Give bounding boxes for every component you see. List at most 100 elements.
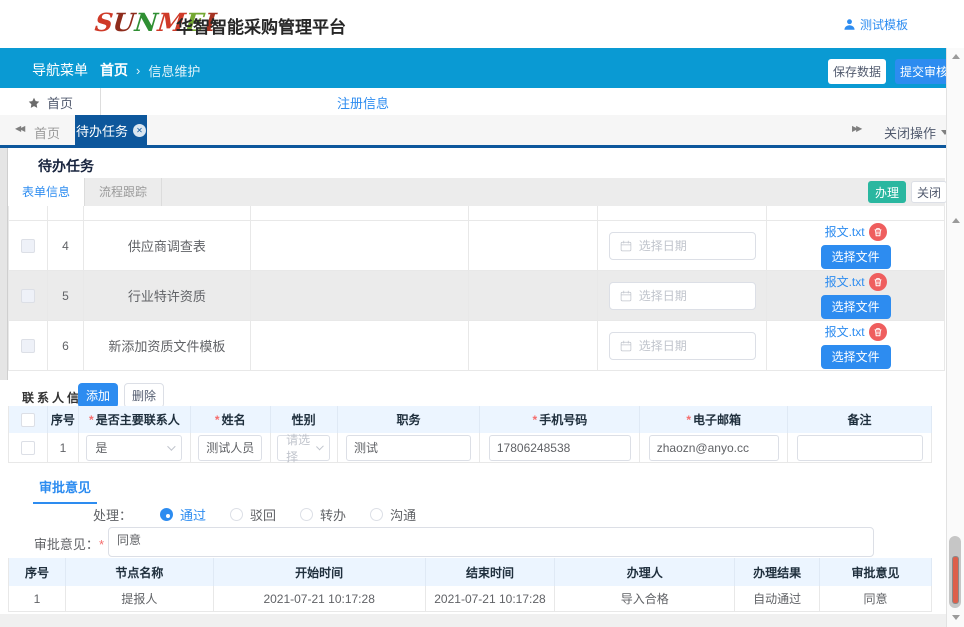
row-checkbox[interactable]	[21, 339, 35, 353]
uploaded-file-link[interactable]: 报文.txt	[825, 273, 865, 290]
col-header: 审批意见	[820, 558, 932, 586]
col-header: 电子邮箱	[693, 411, 741, 428]
handle-radio-group: 处理： 通过 驳回 转办 沟通	[93, 505, 416, 524]
scroll-tabs-left-icon[interactable]: ◀◀	[15, 124, 23, 133]
row-number: 5	[62, 289, 69, 303]
top-navbar: 导航菜单 首页 › 信息维护	[0, 48, 964, 88]
primary-contact-value: 是	[95, 439, 107, 456]
save-data-button[interactable]: 保存数据	[828, 59, 886, 84]
approval-section-title: 审批意见	[33, 477, 97, 504]
handle-button[interactable]: 办理	[868, 181, 906, 203]
radio-reject[interactable]: 驳回	[230, 505, 276, 524]
close-operations-dropdown[interactable]: 关闭操作	[884, 123, 949, 142]
subtab-form-info[interactable]: 表单信息	[8, 178, 85, 206]
contacts-table-row: 1 是 请选择	[8, 433, 932, 463]
subtab-flow-track[interactable]: 流程跟踪	[85, 178, 162, 206]
breadcrumb-home[interactable]: 首页	[100, 60, 128, 80]
tab-close-icon[interactable]: ✕	[133, 124, 146, 137]
page-title: 华智智能采购管理平台	[176, 13, 346, 38]
radio-pass[interactable]: 通过	[160, 505, 206, 524]
row-checkbox[interactable]	[21, 289, 35, 303]
opinion-label: 审批意见：	[34, 537, 99, 552]
table-row-clipped	[9, 206, 945, 221]
cell-result: 自动通过	[735, 586, 820, 611]
handle-label: 处理：	[93, 505, 132, 524]
vertical-scrollbar[interactable]	[946, 48, 964, 627]
col-header: 结束时间	[426, 558, 556, 586]
radio-icon	[370, 508, 383, 521]
delete-file-button[interactable]	[869, 273, 887, 291]
cell-node-name: 提报人	[66, 586, 214, 611]
sidebar-item-home[interactable]: 首页	[28, 93, 73, 112]
scroll-tabs-right-icon[interactable]: ▶▶	[852, 124, 860, 133]
row-number: 6	[62, 339, 69, 353]
logo-letter: N	[133, 8, 159, 37]
select-all-checkbox[interactable]	[21, 413, 35, 427]
history-table-header: 序号 节点名称 开始时间 结束时间 办理人 办理结果 审批意见	[8, 558, 932, 586]
delete-contact-button[interactable]: 删除	[124, 383, 164, 408]
table-row: 5 行业特许资质 选择日期 报文.txt 选择文件	[9, 271, 945, 321]
date-placeholder: 选择日期	[639, 337, 687, 354]
calendar-icon	[620, 240, 632, 252]
uploaded-file-link[interactable]: 报文.txt	[825, 223, 865, 240]
delete-file-button[interactable]	[869, 323, 887, 341]
col-header: 性别	[292, 411, 316, 428]
required-mark: *	[533, 413, 538, 427]
trash-icon	[873, 327, 883, 337]
panel-subtabs: 表单信息 流程跟踪	[8, 178, 945, 206]
tab-todo-label: 待办任务	[76, 121, 128, 140]
user-name: 测试模板	[860, 16, 908, 33]
breadcrumb-separator: ›	[136, 63, 140, 78]
cell-start-time: 2021-07-21 10:17:28	[214, 586, 426, 611]
uploaded-file-link[interactable]: 报文.txt	[825, 323, 865, 340]
email-input[interactable]	[649, 435, 779, 461]
footer-strip	[0, 614, 946, 627]
required-mark: *	[89, 413, 94, 427]
primary-contact-select[interactable]: 是	[86, 435, 182, 461]
required-mark: *	[99, 537, 104, 552]
opinion-textarea[interactable]: 同意	[108, 527, 874, 557]
date-picker-input[interactable]: 选择日期	[609, 282, 756, 310]
row-checkbox[interactable]	[21, 239, 35, 253]
calendar-icon	[620, 340, 632, 352]
scrollbar-inner-thumb[interactable]	[952, 556, 959, 604]
choose-file-button[interactable]: 选择文件	[821, 295, 891, 319]
date-placeholder: 选择日期	[639, 287, 687, 304]
required-mark: *	[686, 413, 691, 427]
tab-home[interactable]: 首页	[34, 123, 60, 142]
subheader-row: 首页 注册信息	[0, 88, 946, 115]
row-checkbox[interactable]	[21, 441, 35, 455]
duty-input[interactable]	[346, 435, 471, 461]
col-header: 备注	[848, 411, 872, 428]
date-picker-input[interactable]: 选择日期	[609, 232, 756, 260]
col-header: 是否主要联系人	[96, 411, 180, 428]
radio-label: 转办	[320, 505, 346, 524]
choose-file-button[interactable]: 选择文件	[821, 345, 891, 369]
col-header: 开始时间	[214, 558, 426, 586]
submit-review-button[interactable]: 提交审核	[895, 59, 953, 84]
add-contact-button[interactable]: 添加	[78, 383, 118, 408]
date-picker-input[interactable]: 选择日期	[609, 332, 756, 360]
phone-input[interactable]	[489, 435, 631, 461]
col-header: 职务	[397, 411, 421, 428]
panel-close-button[interactable]: 关闭	[911, 181, 947, 203]
register-info-link[interactable]: 注册信息	[337, 93, 389, 112]
radio-transfer[interactable]: 转办	[300, 505, 346, 524]
tab-todo-active[interactable]: 待办任务 ✕	[75, 115, 147, 145]
radio-communicate[interactable]: 沟通	[370, 505, 416, 524]
nav-menu-toggle[interactable]: 导航菜单	[32, 60, 88, 80]
col-header: 手机号码	[539, 411, 587, 428]
scroll-up-icon[interactable]	[952, 54, 960, 59]
choose-file-button[interactable]: 选择文件	[821, 245, 891, 269]
scroll-down-icon[interactable]	[952, 615, 960, 620]
gender-select[interactable]: 请选择	[277, 435, 330, 461]
scroll-up-icon[interactable]	[952, 218, 960, 223]
col-header: 姓名	[222, 411, 246, 428]
col-header: 序号	[9, 558, 66, 586]
remark-input[interactable]	[797, 435, 923, 461]
user-menu[interactable]: 测试模板	[843, 16, 908, 33]
contact-name-input[interactable]	[198, 435, 262, 461]
col-header: 节点名称	[66, 558, 214, 586]
delete-file-button[interactable]	[869, 223, 887, 241]
close-operations-label: 关闭操作	[884, 123, 936, 142]
